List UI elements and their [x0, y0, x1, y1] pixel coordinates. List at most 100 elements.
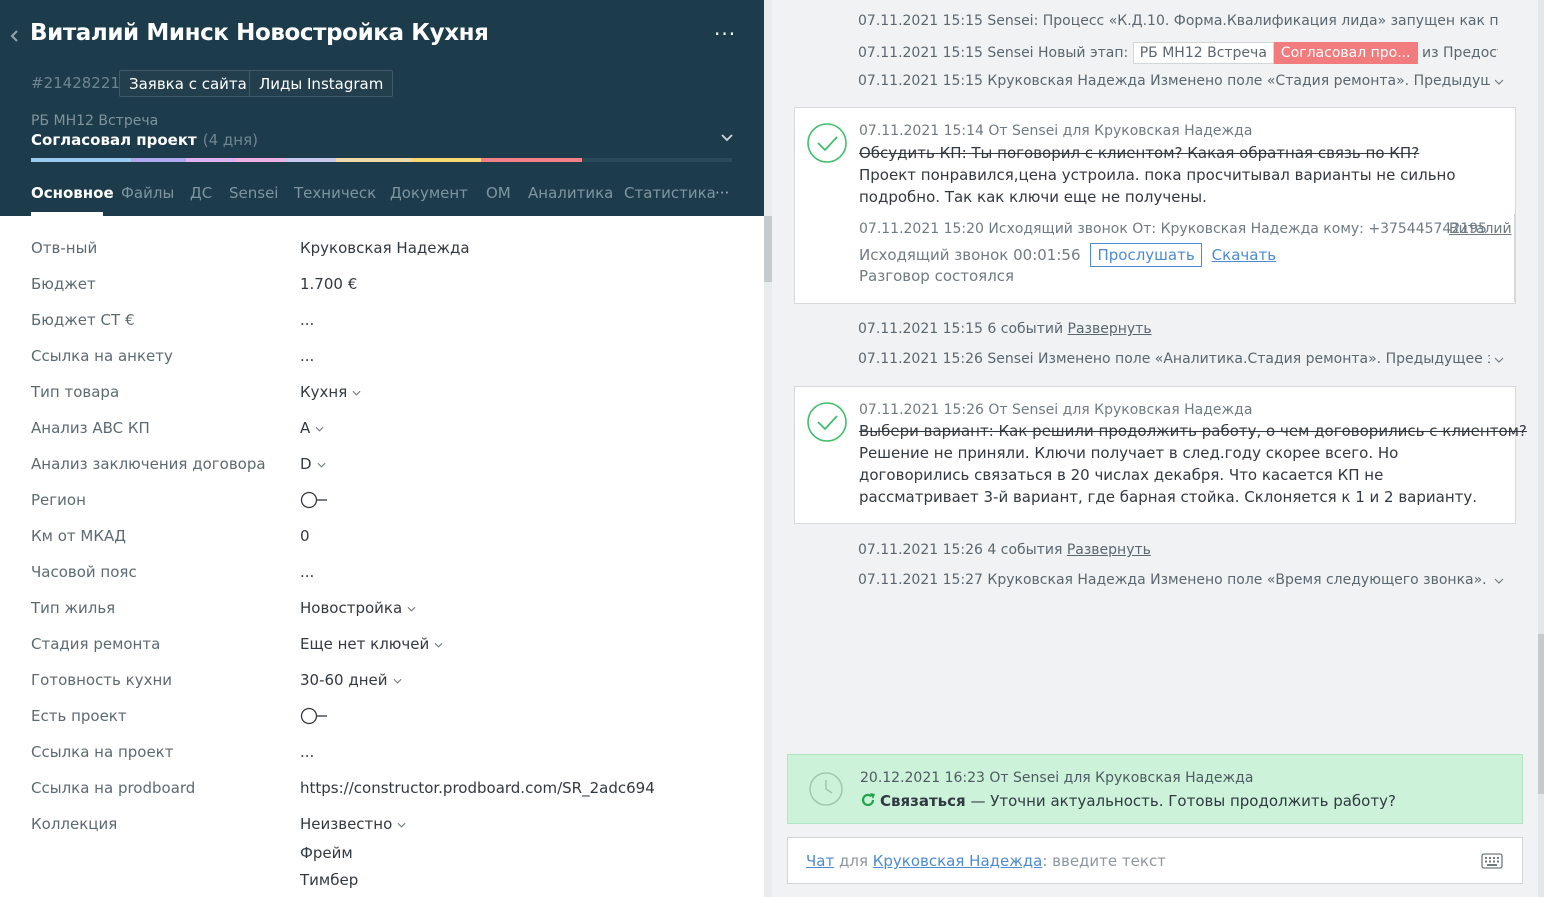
tab-sensei[interactable]: Sensei: [229, 184, 278, 202]
check-circle-icon: [807, 123, 847, 163]
feed-event-field-changed: 07.11.2021 15:15 Круковская Надежда Изме…: [858, 73, 1490, 89]
events-count: 07.11.2021 15:26 4 события: [858, 542, 1063, 558]
chevron-down-icon[interactable]: [720, 133, 734, 143]
field-value-km-from-mkad[interactable]: 0: [300, 527, 310, 545]
field-row-repair-stage: Стадия ремонта Еще нет ключей: [0, 627, 765, 663]
left-scrollbar[interactable]: [764, 0, 772, 897]
field-row-contract-analysis: Анализ заключения договора D: [0, 447, 765, 483]
refresh-icon: [861, 793, 875, 807]
field-row-responsible: Отв-ный Круковская Надежда: [0, 231, 765, 267]
call-author-link[interactable]: Виталий: [1449, 221, 1512, 237]
select-value: 30-60 дней: [300, 671, 388, 689]
select-value: Кухня: [300, 383, 348, 401]
tag-site-request[interactable]: Заявка с сайта: [119, 70, 257, 97]
chat-recipient-link[interactable]: Круковская Надежда: [873, 852, 1043, 870]
lead-title[interactable]: Виталий Минск Новостройка Кухня: [30, 20, 489, 46]
field-row-kitchen-readiness: Готовность кухни 30-60 дней: [0, 663, 765, 699]
lead-id: #21428221: [31, 74, 120, 92]
task-card-choose-option: 07.11.2021 15:26 От Sensei для Круковска…: [794, 386, 1527, 524]
chevron-down-icon[interactable]: [1494, 357, 1504, 364]
right-scrollbar-thumb[interactable]: [1538, 634, 1544, 794]
field-select-kitchen-readiness[interactable]: 30-60 дней: [300, 671, 402, 689]
task-content: Связаться — Уточни актуальность. Готовы …: [860, 792, 1396, 810]
tab-analytics[interactable]: Аналитика: [528, 184, 613, 202]
feed-event-text: 07.11.2021 15:15 Sensei Новый этап:: [858, 45, 1129, 61]
more-menu-icon[interactable]: ···: [714, 22, 736, 46]
field-row-housing-type: Тип жилья Новостройка: [0, 591, 765, 627]
field-value-project-link[interactable]: ...: [300, 743, 314, 761]
collection-option-timber[interactable]: Тимбер: [300, 871, 358, 889]
field-label: Анализ ABC КП: [31, 419, 150, 437]
stage-selector[interactable]: Согласовал проект (4 дня): [31, 131, 258, 149]
chat-mode-link[interactable]: Чат: [806, 852, 834, 870]
left-scrollbar-thumb[interactable]: [764, 216, 772, 282]
field-toggle-region[interactable]: [300, 491, 328, 513]
tab-om[interactable]: ОМ: [486, 184, 511, 202]
tab-ds[interactable]: ДС: [190, 184, 212, 202]
field-select-product-type[interactable]: Кухня: [300, 383, 361, 401]
active-tab-indicator: [31, 212, 103, 216]
chevron-down-icon: [393, 678, 401, 684]
pending-task[interactable]: 20.12.2021 16:23 От Sensei для Круковска…: [787, 754, 1523, 824]
back-arrow-icon[interactable]: [9, 29, 21, 43]
field-value-budget[interactable]: 1.700 €: [300, 275, 357, 293]
field-label: Тип товара: [31, 383, 120, 401]
clock-icon: [809, 772, 843, 806]
field-label: Км от МКАД: [31, 527, 126, 545]
listen-button[interactable]: Прослушать: [1090, 243, 1202, 267]
keyboard-icon[interactable]: [1481, 853, 1503, 869]
chevron-down-icon: [315, 426, 324, 432]
feed-event-call-time-changed: 07.11.2021 15:27 Круковская Надежда Изме…: [858, 572, 1490, 588]
field-select-contract-analysis[interactable]: D: [300, 455, 326, 473]
task-description: — Уточни актуальность. Готовы продолжить…: [965, 792, 1396, 810]
tab-documents[interactable]: Документ: [390, 184, 468, 202]
feed-event-new-stage: 07.11.2021 15:15 Sensei Новый этап: РБ М…: [858, 42, 1498, 64]
field-select-repair-stage[interactable]: Еще нет ключей: [300, 635, 443, 653]
field-toggle-has-project[interactable]: [300, 707, 328, 729]
field-row-prodboard-link: Ссылка на prodboard https://constructor.…: [0, 771, 765, 807]
feed-event-process-started: 07.11.2021 15:15 Sensei: Процесс «К.Д.10…: [858, 13, 1498, 29]
field-select-abc-analysis[interactable]: A: [300, 419, 324, 437]
lead-header: Виталий Минск Новостройка Кухня ··· #214…: [0, 0, 765, 216]
expand-link[interactable]: Развернуть: [1067, 542, 1151, 558]
toggle-off-icon: [300, 491, 327, 509]
field-label: Ссылка на анкету: [31, 347, 173, 365]
select-value: Новостройка: [300, 599, 403, 617]
feed-events-group: 07.11.2021 15:26 4 события Развернуть: [858, 542, 1151, 558]
field-value-budget-st[interactable]: ...: [300, 311, 314, 329]
field-value-timezone[interactable]: ...: [300, 563, 314, 581]
chat-for-text: для: [834, 852, 873, 870]
chat-input[interactable]: Чат для Круковская Надежда: введите текс…: [787, 837, 1523, 884]
field-row-product-type: Тип товара Кухня: [0, 375, 765, 411]
collection-option-frame[interactable]: Фрейм: [300, 844, 353, 862]
tab-technical[interactable]: Техническ: [294, 184, 376, 202]
field-label: Анализ заключения договора: [31, 455, 266, 473]
field-value-responsible[interactable]: Круковская Надежда: [300, 239, 470, 257]
feed-event-analytics-changed: 07.11.2021 15:26 Sensei Изменено поле «А…: [858, 351, 1490, 367]
field-label: Часовой пояс: [31, 563, 137, 581]
field-select-collection[interactable]: Неизвестно: [300, 815, 406, 833]
chevron-down-icon[interactable]: [1494, 79, 1504, 86]
download-link[interactable]: Скачать: [1212, 246, 1276, 264]
events-count: 07.11.2021 15:15 6 событий: [858, 321, 1064, 337]
chevron-down-icon: [317, 462, 326, 468]
toggle-off-icon: [300, 707, 327, 725]
tabs-more-icon[interactable]: ···: [715, 184, 729, 202]
tag-instagram-leads[interactable]: Лиды Instagram: [249, 70, 394, 97]
tab-statistics[interactable]: Статистика: [624, 184, 716, 202]
field-select-housing-type[interactable]: Новостройка: [300, 599, 416, 617]
field-row-timezone: Часовой пояс ...: [0, 555, 765, 591]
field-value-survey-link[interactable]: ...: [300, 347, 314, 365]
chevron-down-icon[interactable]: [1494, 578, 1504, 585]
field-value-prodboard-link[interactable]: https://constructor.prodboard.com/SR_2ad…: [300, 779, 655, 797]
field-row-budget-st: Бюджет СТ € ...: [0, 303, 765, 339]
task-result-text: Проект понравился,цена устроила. пока пр…: [859, 166, 1456, 206]
tab-main[interactable]: Основное: [31, 184, 114, 202]
tab-files[interactable]: Файлы: [121, 184, 174, 202]
field-label: Есть проект: [31, 707, 127, 725]
field-row-region: Регион: [0, 483, 765, 519]
task-meta: 07.11.2021 15:14 От Sensei для Круковска…: [859, 123, 1253, 139]
field-row-has-project: Есть проект: [0, 699, 765, 735]
expand-link[interactable]: Развернуть: [1068, 321, 1152, 337]
lead-card-panel: Виталий Минск Новостройка Кухня ··· #214…: [0, 0, 765, 897]
